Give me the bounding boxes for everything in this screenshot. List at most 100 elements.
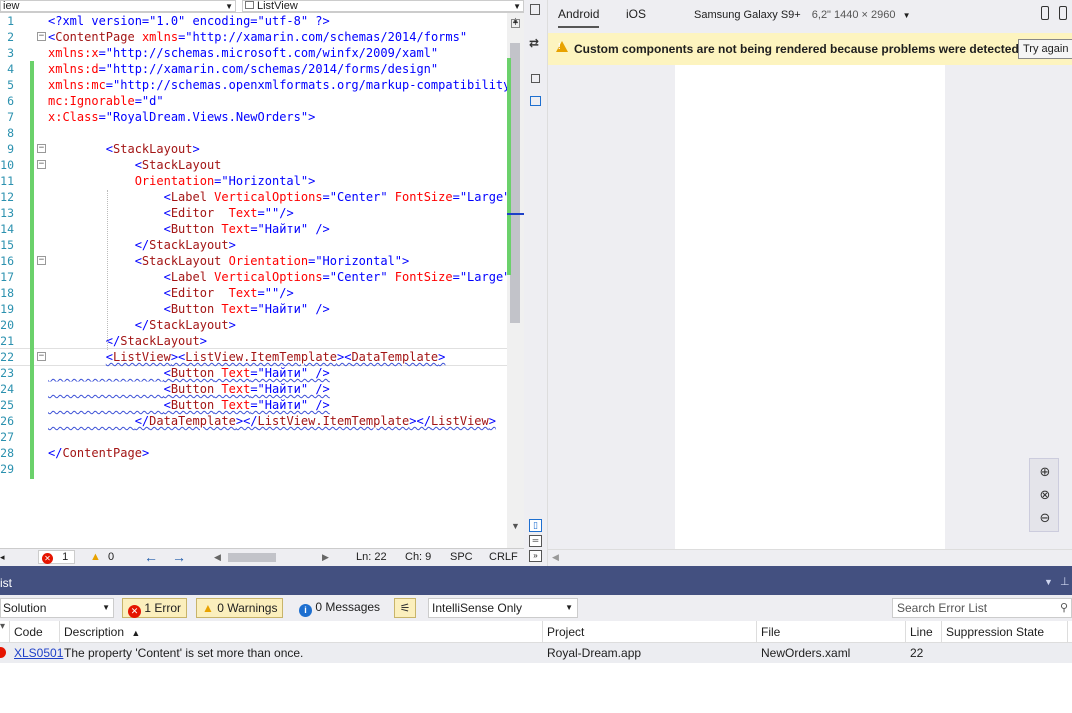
code-line[interactable]: 11 Orientation="Horizontal"> xyxy=(0,173,507,189)
split-vertical-icon[interactable]: ═ xyxy=(529,535,542,547)
error-count-indicator[interactable]: ✕ 1 xyxy=(38,550,76,564)
pin-icon[interactable]: ⊥ xyxy=(1060,575,1070,588)
code-line[interactable]: 3 xmlns:x="http://schemas.microsoft.com/w… xyxy=(0,45,507,61)
build-source-dropdown[interactable]: IntelliSense Only ▼ xyxy=(428,598,578,618)
hscroll-left-icon[interactable]: ◀ xyxy=(214,552,221,563)
collapse-region-icon[interactable]: − xyxy=(37,160,46,169)
portrait-orientation-icon[interactable] xyxy=(1041,6,1049,20)
collapse-region-icon[interactable]: − xyxy=(37,144,46,153)
column-description[interactable]: Description ▲ xyxy=(59,621,543,643)
code-line[interactable]: 2 − <ContentPage xmlns="http://xamarin.com… xyxy=(0,29,507,45)
code-line[interactable]: 26 </DataTemplate></ListView.ItemTemplat… xyxy=(0,413,507,429)
editor-vertical-scrollbar[interactable]: ▲ + ▼ xyxy=(507,13,524,548)
column-project[interactable]: Project xyxy=(542,621,757,643)
search-error-list-input[interactable]: Search Error List ⚲ xyxy=(892,598,1072,618)
scope-dropdown[interactable]: Solution ▼ xyxy=(0,598,114,618)
landscape-orientation-icon[interactable] xyxy=(1059,6,1067,20)
line-ending-indicator[interactable]: CRLF xyxy=(489,551,518,563)
type-navigation-combo[interactable]: iew ▼ xyxy=(0,0,236,12)
severity-column-icon[interactable]: ▾ xyxy=(0,621,5,632)
tab-android[interactable]: Android xyxy=(558,7,600,28)
code-token: < xyxy=(48,206,171,220)
design-mode-icon[interactable] xyxy=(530,4,540,15)
messages-filter-button[interactable]: i 0 Messages xyxy=(294,598,385,618)
code-token: Button xyxy=(170,302,215,316)
split-view-icon[interactable]: + xyxy=(511,19,520,28)
code-line[interactable]: 12 <Label VerticalOptions="Center" FontS… xyxy=(0,189,507,205)
code-line[interactable]: 29 xyxy=(0,461,507,477)
navigate-back-icon[interactable]: ← xyxy=(144,549,158,565)
zoom-dropdown-icon[interactable]: ◂ xyxy=(0,552,5,563)
line-number: 10 xyxy=(0,158,14,172)
code-line[interactable]: 14 <Button Text="Найти" /> xyxy=(0,221,507,237)
column-file[interactable]: File xyxy=(756,621,906,643)
column-code[interactable]: Code xyxy=(9,621,60,643)
navigate-forward-icon[interactable]: → xyxy=(172,549,186,565)
line-indicator[interactable]: Ln: 22 xyxy=(356,551,387,563)
code-line[interactable]: 5 xmlns:mc="http://schemas.openxmlformats… xyxy=(0,77,507,93)
zoom-in-icon[interactable]: ⊕ xyxy=(1036,464,1054,482)
warnings-filter-button[interactable]: ▲ 0 Warnings xyxy=(196,598,284,618)
collapse-region-icon[interactable]: − xyxy=(37,32,46,41)
scroll-down-icon[interactable]: ▼ xyxy=(511,521,520,531)
error-description: The property 'Content' is set more than … xyxy=(64,646,304,660)
code-line[interactable]: 10 − <StackLayout xyxy=(0,157,507,173)
code-line[interactable]: 23 <Button Text="Найти" /> xyxy=(0,365,507,381)
code-text: </StackLayout> xyxy=(48,317,236,333)
code-editor[interactable]: 1 <?xml version="1.0" encoding="utf-8" ?>… xyxy=(0,13,507,548)
collapse-region-icon[interactable]: − xyxy=(37,352,46,361)
preview-horizontal-scrollbar[interactable]: ◀ xyxy=(548,549,1072,566)
line-number: 1 xyxy=(7,14,14,28)
swap-panes-icon[interactable]: ⇄ xyxy=(529,36,539,50)
code-line[interactable]: 6 mc:Ignorable="d" xyxy=(0,93,507,109)
collapse-region-icon[interactable]: − xyxy=(37,256,46,265)
code-line[interactable]: 16 − <StackLayout Orientation="Horizontal… xyxy=(0,253,507,269)
code-line[interactable]: 25 <Button Text="Найти" /> xyxy=(0,397,507,413)
column-suppression-state[interactable]: Suppression State xyxy=(941,621,1068,643)
code-line[interactable]: 20 </StackLayout> xyxy=(0,317,507,333)
code-token: ="Найти" /> xyxy=(250,398,330,412)
code-line[interactable]: 7 x:Class="RoyalDream.Views.NewOrders"> xyxy=(0,109,507,125)
device-selector[interactable]: Samsung Galaxy S9+ 6,2" 1440 × 2960 ▼ xyxy=(694,9,910,21)
code-line[interactable]: 24 <Button Text="Найти" /> xyxy=(0,381,507,397)
code-line[interactable]: 9 − <StackLayout> xyxy=(0,141,507,157)
table-row[interactable]: XLS0501 The property 'Content' is set mo… xyxy=(0,643,1072,663)
code-token: Text xyxy=(214,398,251,412)
hscroll-left-icon[interactable]: ◀ xyxy=(552,552,559,563)
code-line[interactable]: 1 <?xml version="1.0" encoding="utf-8" ?> xyxy=(0,13,507,29)
code-text: xmlns:mc="http://schemas.openxmlformats.… xyxy=(48,77,507,93)
code-line[interactable]: 13 <Editor Text=""/> xyxy=(0,205,507,221)
try-again-button[interactable]: Try again xyxy=(1018,39,1072,59)
tab-ios[interactable]: iOS xyxy=(626,7,646,21)
editor-hscroll-thumb[interactable] xyxy=(228,553,276,562)
error-code-link[interactable]: XLS0501 xyxy=(10,643,63,663)
zoom-out-icon[interactable]: ⊖ xyxy=(1036,510,1054,528)
code-line[interactable]: 18 <Editor Text=""/> xyxy=(0,285,507,301)
xaml-hot-reload-icon[interactable] xyxy=(530,96,541,106)
code-line[interactable]: 8 xyxy=(0,125,507,141)
refresh-preview-icon[interactable] xyxy=(531,74,540,83)
line-number: 21 xyxy=(0,334,14,348)
code-line[interactable]: 27 xyxy=(0,429,507,445)
code-line[interactable]: 28 </ContentPage> xyxy=(0,445,507,461)
whitespace-indicator[interactable]: SPC xyxy=(450,551,473,563)
code-line[interactable]: 15 </StackLayout> xyxy=(0,237,507,253)
code-line[interactable]: 4 xmlns:d="http://xamarin.com/schemas/201… xyxy=(0,61,507,77)
errors-filter-button[interactable]: ✕ 1 Error xyxy=(122,598,188,618)
code-line[interactable]: 17 <Label VerticalOptions="Center" FontS… xyxy=(0,269,507,285)
warning-count-indicator[interactable]: ▲ 0 xyxy=(90,551,114,563)
hscroll-right-icon[interactable]: ▶ xyxy=(322,552,329,563)
zoom-fit-icon[interactable]: ⊗ xyxy=(1036,487,1054,505)
code-line[interactable]: 21 </StackLayout> xyxy=(0,333,507,349)
member-navigation-combo[interactable]: ListView ▼ xyxy=(242,0,524,12)
window-options-icon[interactable]: ▼ xyxy=(1044,577,1053,587)
code-line[interactable]: 19 <Button Text="Найти" /> xyxy=(0,301,507,317)
code-line[interactable]: 22− <ListView><ListView.ItemTemplate><Da… xyxy=(0,348,507,366)
clear-filter-icon[interactable]: ⚟ xyxy=(394,598,416,618)
column-line[interactable]: Line xyxy=(905,621,942,643)
editor-scrollbar-thumb[interactable] xyxy=(510,43,520,323)
column-indicator[interactable]: Ch: 9 xyxy=(405,551,431,563)
split-horizontal-icon[interactable]: ▯ xyxy=(529,519,542,532)
collapse-pane-icon[interactable]: » xyxy=(529,550,542,562)
